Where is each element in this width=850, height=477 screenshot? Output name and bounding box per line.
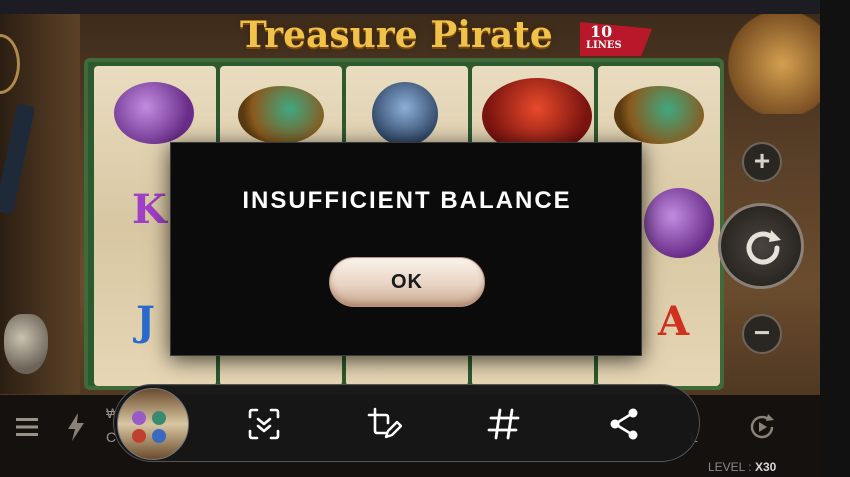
level-indicator: LEVEL : X30 bbox=[708, 460, 776, 474]
bet-decrease-button[interactable]: − bbox=[742, 314, 782, 354]
edit-crop-icon[interactable] bbox=[366, 406, 402, 442]
autoplay-icon[interactable] bbox=[746, 411, 778, 443]
turbo-lightning-icon[interactable] bbox=[66, 413, 86, 441]
sword-ornament bbox=[0, 103, 36, 215]
ok-button[interactable]: OK bbox=[329, 257, 485, 307]
spin-button[interactable] bbox=[718, 203, 804, 289]
letter-j-symbol: J bbox=[136, 298, 155, 345]
scroll-capture-icon[interactable] bbox=[246, 406, 282, 442]
game-title-logo: Treasure Pirate bbox=[240, 14, 553, 56]
share-icon[interactable] bbox=[606, 406, 642, 442]
insufficient-balance-dialog: INSUFFICIENT BALANCE OK bbox=[170, 142, 642, 356]
letter-k-symbol: K bbox=[132, 186, 167, 233]
screenshot-thumbnail[interactable] bbox=[117, 388, 189, 460]
thumb-symbol bbox=[152, 411, 166, 425]
map-scroll-symbol bbox=[644, 188, 714, 258]
game-screen: Treasure Pirate 10 LINES K J A + − ₩ C L… bbox=[0, 0, 850, 477]
hook-ornament bbox=[4, 314, 48, 374]
level-label: LEVEL : bbox=[708, 460, 752, 474]
status-strip bbox=[0, 0, 820, 14]
screen-edge bbox=[820, 0, 850, 477]
spyglass-symbol bbox=[614, 86, 704, 144]
left-decoration bbox=[0, 14, 80, 394]
hashtag-icon[interactable] bbox=[486, 406, 522, 442]
refresh-icon bbox=[746, 230, 781, 265]
screenshot-toolbar bbox=[113, 384, 700, 462]
anchor-symbol bbox=[372, 82, 438, 146]
map-scroll-symbol bbox=[114, 82, 194, 144]
lines-count: 10 bbox=[590, 22, 613, 41]
letter-a-symbol: A bbox=[658, 298, 690, 345]
thumb-symbol bbox=[132, 429, 146, 443]
bet-increase-button[interactable]: + bbox=[742, 142, 782, 182]
lines-label: LINES bbox=[586, 40, 622, 51]
thumb-symbol bbox=[152, 429, 166, 443]
treasure-decoration bbox=[725, 14, 820, 114]
thumb-symbol bbox=[132, 411, 146, 425]
ring-ornament bbox=[0, 34, 20, 94]
spyglass-symbol bbox=[238, 86, 324, 144]
lines-badge: 10 LINES bbox=[580, 22, 652, 56]
menu-icon[interactable] bbox=[16, 417, 38, 437]
level-value: X30 bbox=[754, 460, 777, 474]
dialog-message: INSUFFICIENT BALANCE bbox=[242, 187, 572, 214]
